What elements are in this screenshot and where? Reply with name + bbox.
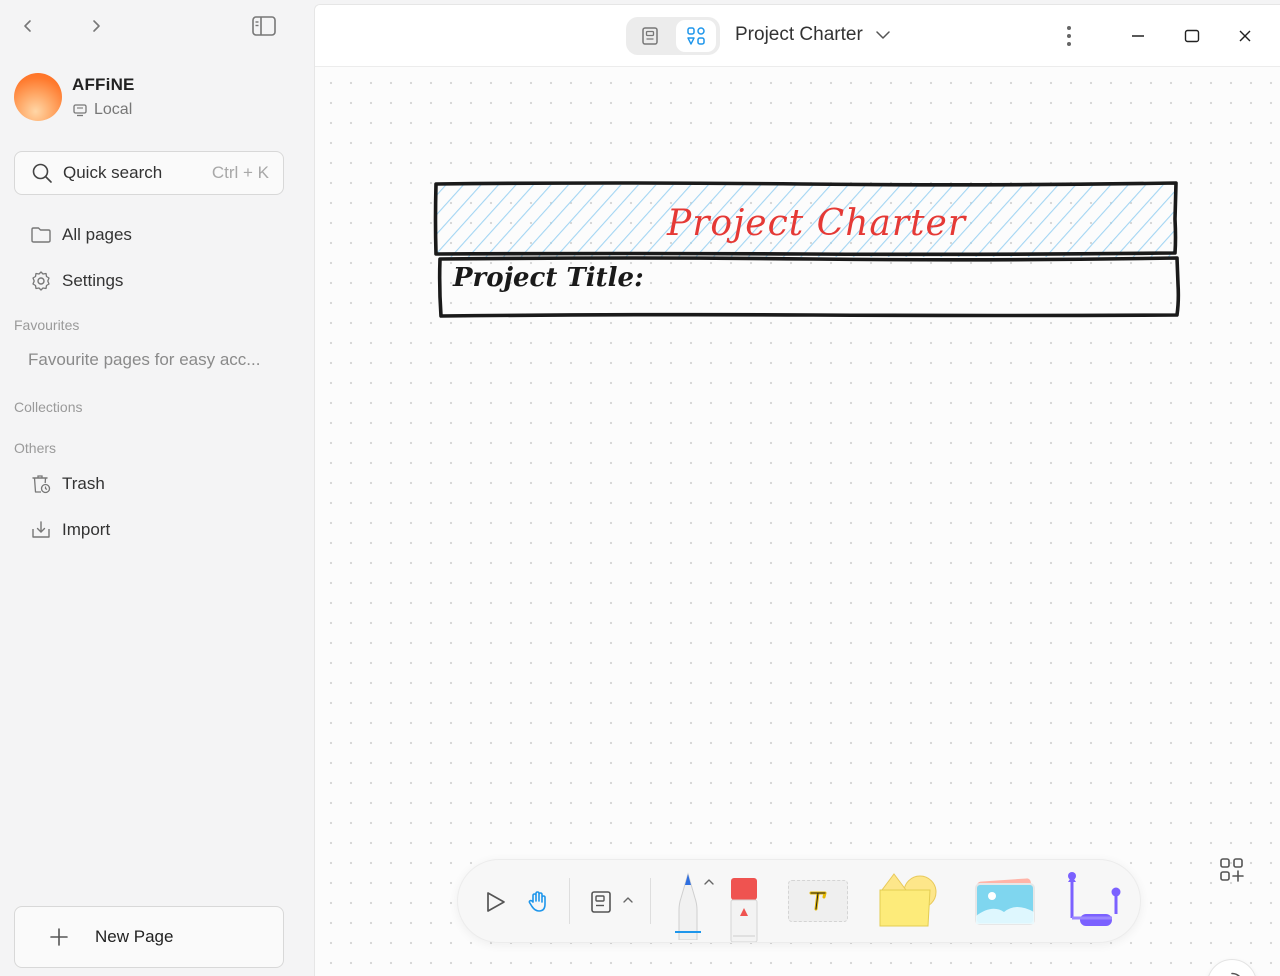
- hand-icon[interactable]: [520, 884, 556, 920]
- charter-title: Project Charter: [667, 203, 967, 244]
- main-area: Project Charter Project Charter Project …: [314, 4, 1280, 976]
- page-mode-icon[interactable]: [630, 20, 670, 52]
- sidebar: AFFiNE Local Quick search Ctrl + K All p…: [0, 0, 312, 976]
- edgeless-mode-icon[interactable]: [676, 20, 716, 52]
- folder-icon: [30, 224, 52, 246]
- shape-icon[interactable]: [872, 870, 942, 930]
- back-arrow-icon[interactable]: [14, 12, 42, 40]
- sidebar-item-all-pages[interactable]: All pages: [30, 221, 132, 249]
- image-icon[interactable]: [972, 878, 1038, 928]
- text-icon[interactable]: [788, 880, 848, 922]
- workspace-avatar: [14, 73, 62, 121]
- local-device-icon: [72, 102, 88, 118]
- sidebar-item-label: Settings: [62, 271, 124, 290]
- doc-title: Project Charter: [735, 24, 863, 45]
- workspace-name: AFFiNE: [72, 75, 135, 94]
- search-icon: [31, 162, 53, 184]
- sidebar-item-trash[interactable]: Trash: [30, 470, 105, 498]
- quick-search-button[interactable]: Quick search Ctrl + K: [14, 151, 284, 195]
- pen-expand-chevron-icon[interactable]: [702, 876, 716, 888]
- help-icon[interactable]: [1207, 959, 1257, 976]
- plus-icon: [49, 927, 69, 947]
- collections-heading[interactable]: Collections: [14, 399, 82, 415]
- maximize-icon[interactable]: [1179, 23, 1205, 49]
- mode-switch: [626, 17, 720, 55]
- pen-icon[interactable]: [670, 870, 706, 940]
- minimize-icon[interactable]: [1125, 23, 1151, 49]
- toolbar-separator: [569, 878, 570, 924]
- edgeless-canvas[interactable]: Project Charter Project Title:: [315, 67, 1280, 976]
- top-bar: Project Charter: [315, 5, 1280, 67]
- project-title-label: Project Title:: [453, 263, 644, 293]
- charter-shape[interactable]: Project Charter Project Title:: [433, 179, 1183, 319]
- add-block-grid-icon[interactable]: [1217, 855, 1247, 885]
- others-heading: Others: [14, 440, 57, 456]
- sidebar-item-import[interactable]: Import: [30, 516, 110, 544]
- connector-icon[interactable]: [1058, 868, 1124, 936]
- frame-expand-chevron-icon[interactable]: [620, 892, 636, 908]
- sidebar-item-settings[interactable]: Settings: [30, 267, 123, 295]
- import-icon: [30, 519, 52, 541]
- eraser-icon[interactable]: [728, 876, 760, 942]
- new-page-button[interactable]: New Page: [14, 906, 284, 968]
- edgeless-toolbar: [457, 859, 1141, 943]
- favourites-heading: Favourites: [14, 317, 80, 333]
- workspace-location: Local: [72, 101, 135, 119]
- close-icon[interactable]: [1232, 23, 1258, 49]
- favourites-placeholder: Favourite pages for easy acc...: [28, 350, 261, 369]
- forward-arrow-icon[interactable]: [82, 12, 110, 40]
- sidebar-item-label: All pages: [62, 225, 132, 244]
- workspace-switcher[interactable]: AFFiNE Local: [14, 72, 135, 122]
- more-options-icon[interactable]: [1057, 23, 1081, 49]
- sidebar-item-label: Import: [62, 520, 111, 539]
- doc-title-dropdown[interactable]: Project Charter: [735, 24, 891, 46]
- sidebar-toggle-icon[interactable]: [250, 12, 278, 40]
- quick-search-shortcut: Ctrl + K: [211, 163, 269, 182]
- chevron-down-icon: [875, 27, 891, 43]
- workspace-location-label: Local: [94, 101, 133, 118]
- quick-search-label: Quick search: [63, 163, 163, 182]
- toolbar-separator: [650, 878, 651, 924]
- frame-icon[interactable]: [584, 884, 618, 920]
- trash-icon: [30, 473, 52, 495]
- sidebar-item-label: Trash: [62, 474, 105, 493]
- select-icon[interactable]: [478, 884, 514, 920]
- gear-icon: [30, 270, 52, 292]
- new-page-label: New Page: [95, 927, 174, 946]
